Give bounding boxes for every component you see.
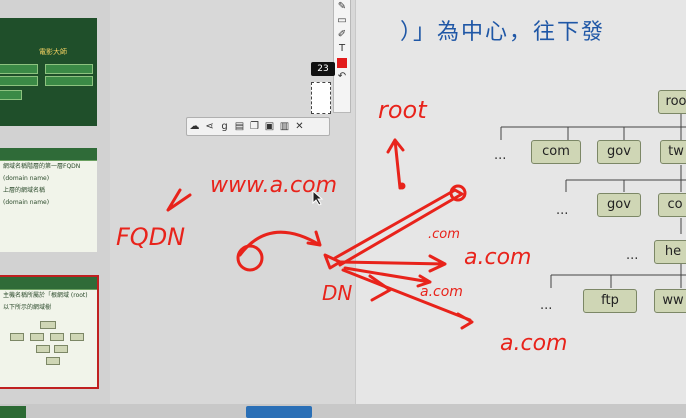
thumbnail-title: 電影大師 [39, 48, 67, 56]
slide-thumbnail-3[interactable]: 主機名稱所屬於「根網域 (root) 以下所示的網域樹 [0, 275, 99, 389]
size-badge: 23 [311, 62, 335, 76]
tree-node-tw: tw [660, 140, 686, 164]
text-icon[interactable]: T [334, 42, 350, 56]
tree-node-he: he [654, 240, 686, 264]
mouse-cursor-icon [312, 190, 324, 206]
selection-box[interactable] [311, 82, 331, 114]
thumbnail-line: 網域名稱階層的第一層FQDN [3, 163, 81, 170]
highlighter-icon[interactable]: ✐ [334, 28, 350, 42]
pen-icon[interactable]: ✎ [334, 0, 350, 14]
copy-icon[interactable]: ❐ [247, 118, 262, 135]
slide-heading: ）」為中心，往下發 [400, 20, 606, 45]
thumbnail-line: (domain name) [3, 175, 50, 182]
tree-ellipsis: ... [626, 248, 639, 263]
bottom-chip[interactable] [0, 406, 26, 418]
floating-toolbar: ☁ ⋖ g ▤ ❐ ▣ ▥ ✕ [186, 117, 330, 136]
close-icon[interactable]: ✕ [292, 118, 307, 135]
thumbnail-line: (domain name) [3, 199, 50, 206]
google-icon[interactable]: g [217, 118, 232, 135]
save-icon[interactable]: ▣ [262, 118, 277, 135]
drawing-toolbar: ✎ ▭ ✐ T ↶ [333, 0, 351, 113]
pin-icon[interactable]: ▥ [277, 118, 292, 135]
thumbnail-line: 主機名稱所屬於「根網域 (root) [3, 292, 88, 299]
cloud-icon[interactable]: ☁ [187, 118, 202, 135]
tree-node-root: roo [658, 90, 686, 114]
print-icon[interactable]: ▤ [232, 118, 247, 135]
scroll-thumb[interactable] [246, 406, 312, 418]
tree-node-gov-2: gov [597, 193, 641, 217]
tree-node-com: com [531, 140, 581, 164]
slide-thumbnail-2[interactable]: 網域名稱階層的第一層FQDN (domain name) 上層的網域名稱 (do… [0, 148, 97, 252]
tree-node-gov: gov [597, 140, 641, 164]
color-swatch[interactable] [337, 58, 347, 68]
thumbnail-line: 上層的網域名稱 [3, 187, 46, 194]
rectangle-icon[interactable]: ▭ [334, 14, 350, 28]
tree-node-www: ww [654, 289, 686, 313]
tree-ellipsis: ... [540, 298, 553, 313]
undo-icon[interactable]: ↶ [334, 70, 350, 84]
tree-ellipsis: ... [556, 203, 569, 218]
slide-thumbnail-1[interactable]: 電影大師 [0, 18, 97, 126]
thumbnail-line: 以下所示的網域樹 [3, 304, 52, 311]
bottom-bar [0, 404, 686, 418]
tree-ellipsis: ... [494, 148, 507, 163]
tree-node-ftp: ftp [583, 289, 637, 313]
slide-thumbnails-panel: 電影大師 網域名稱階層的第一層FQDN (domain name) 上層的網域名… [0, 0, 111, 418]
share-icon[interactable]: ⋖ [202, 118, 217, 135]
tree-node-co: co [658, 193, 686, 217]
